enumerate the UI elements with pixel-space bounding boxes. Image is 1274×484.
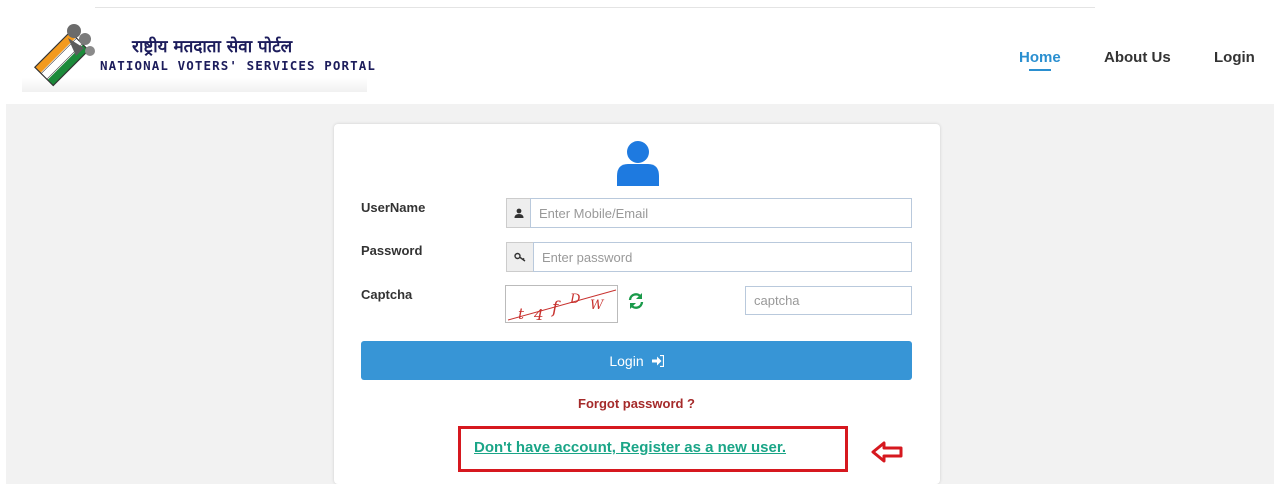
register-new-user-link[interactable]: Don't have account, Register as a new us… [474, 439, 786, 456]
brand-title-english: NATIONAL VOTERS' SERVICES PORTAL [100, 58, 377, 73]
login-button-label: Login [609, 352, 644, 369]
sign-in-icon [651, 354, 664, 367]
captcha-input[interactable]: captcha [745, 286, 912, 315]
nav-login-link[interactable]: Login [1214, 49, 1255, 66]
left-arrow-icon [871, 441, 903, 463]
username-input-group: Enter Mobile/Email [506, 198, 912, 228]
site-header: राष्ट्रीय मतदाता सेवा पोर्टल NATIONAL VO… [0, 14, 1274, 104]
forgot-password-link[interactable]: Forgot password ? [578, 396, 695, 411]
nav-home-link[interactable]: Home [1019, 49, 1061, 66]
username-input[interactable]: Enter Mobile/Email [530, 198, 912, 228]
key-icon [506, 242, 533, 272]
password-input[interactable]: Enter password [533, 242, 912, 272]
captcha-image: t4fDW [505, 285, 618, 323]
site-logo[interactable]: राष्ट्रीय मतदाता सेवा पोर्टल NATIONAL VO… [22, 18, 375, 92]
nav-active-indicator [1029, 69, 1051, 71]
password-input-group: Enter password [506, 242, 912, 272]
nav-about-us-link[interactable]: About Us [1104, 49, 1171, 66]
login-button[interactable]: Login [361, 341, 912, 380]
password-label: Password [361, 243, 423, 258]
refresh-icon[interactable] [627, 292, 645, 310]
captcha-label: Captcha [361, 287, 413, 302]
brand-title-hindi: राष्ट्रीय मतदाता सेवा पोर्टल [132, 37, 293, 57]
username-label: UserName [361, 200, 426, 215]
user-small-icon [506, 198, 530, 228]
top-divider [95, 7, 1095, 8]
user-icon [617, 141, 659, 186]
eci-voters-logo-icon [33, 24, 95, 87]
